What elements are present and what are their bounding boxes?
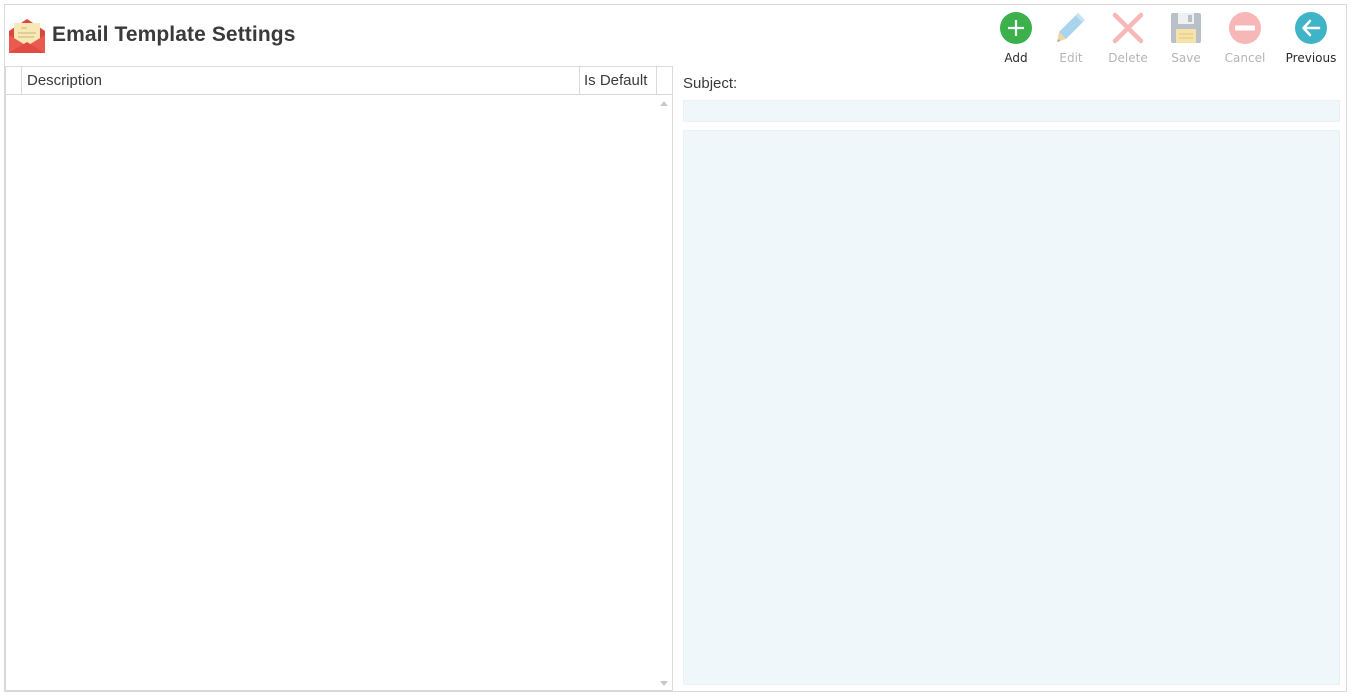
add-button[interactable]: Add [988,9,1044,65]
delete-label: Delete [1108,51,1148,65]
save-button[interactable]: Save [1158,9,1214,65]
cancel-label: Cancel [1224,51,1266,65]
row-indicator-header [6,67,22,94]
template-body-editor[interactable] [683,130,1340,685]
edit-button[interactable]: Edit [1043,9,1099,65]
save-label: Save [1171,51,1201,65]
arrow-left-circle-icon [1295,12,1327,44]
add-label: Add [1004,51,1028,65]
subject-label: Subject: [683,75,738,92]
vertical-scrollbar[interactable] [656,95,672,690]
x-icon [1112,12,1144,44]
previous-label: Previous [1285,51,1337,65]
minus-circle-icon [1229,12,1261,44]
grid-header: Description Is Default [6,67,672,95]
scroll-up-arrow-icon[interactable] [660,101,668,106]
cancel-button[interactable]: Cancel [1217,9,1273,65]
column-header-is-default[interactable]: Is Default [580,67,657,94]
page-header: Email Template Settings Add Edit Delete … [5,5,1346,67]
pencil-icon [1057,13,1085,42]
edit-label: Edit [1059,51,1083,65]
subject-input[interactable] [683,100,1340,122]
envelope-letter-icon [9,19,45,53]
email-template-settings-window: Email Template Settings Add Edit Delete … [4,4,1347,692]
column-header-description[interactable]: Description [22,67,580,94]
page-title: Email Template Settings [52,23,296,46]
previous-button[interactable]: Previous [1283,9,1339,65]
templates-grid[interactable]: Description Is Default [5,66,673,691]
delete-button[interactable]: Delete [1100,9,1156,65]
grid-body[interactable] [6,95,672,690]
scroll-down-arrow-icon[interactable] [660,681,668,686]
plus-circle-icon [1000,12,1032,44]
floppy-disk-icon [1171,13,1201,43]
